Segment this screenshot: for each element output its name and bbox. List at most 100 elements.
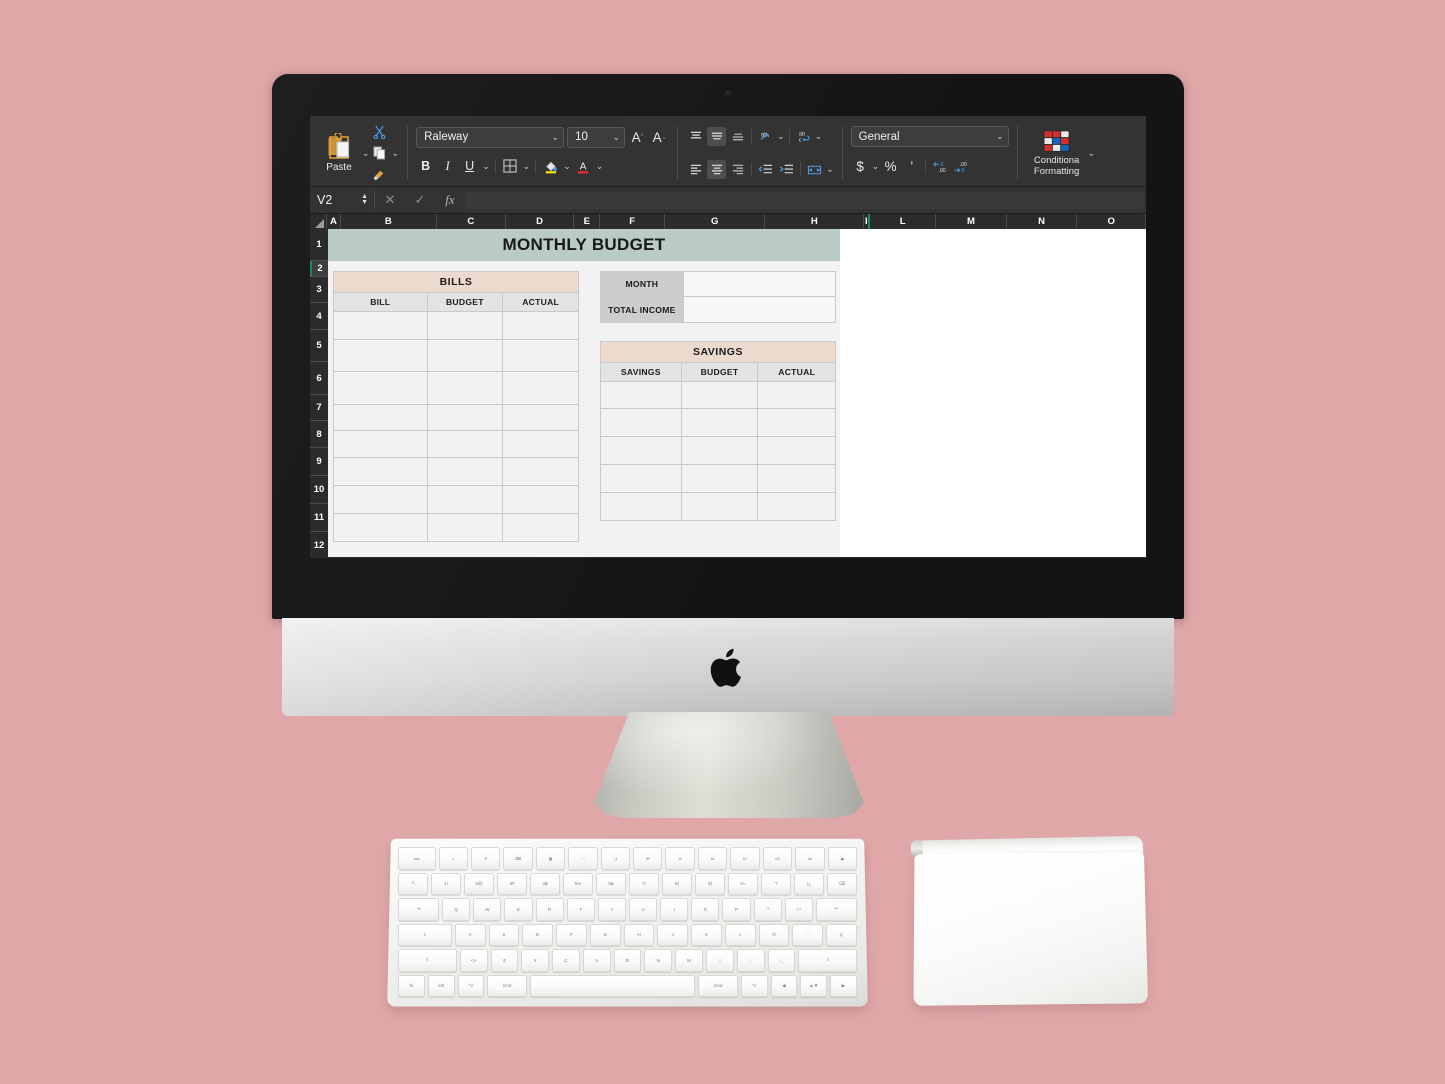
orientation-chevron-down-icon[interactable]: ⌄ — [777, 131, 785, 142]
key[interactable]: ctrl — [427, 974, 455, 997]
column-header-l[interactable]: L — [870, 214, 937, 229]
key[interactable]: G — [589, 923, 621, 946]
bills-cell[interactable] — [502, 430, 579, 458]
copy-icon[interactable] — [370, 144, 389, 163]
bills-cell[interactable] — [426, 311, 504, 340]
key[interactable]: A — [454, 923, 486, 946]
savings-cell[interactable] — [757, 436, 836, 465]
savings-cell[interactable] — [680, 436, 759, 465]
percent-button[interactable]: % — [881, 157, 900, 176]
key[interactable]: 9) — [695, 872, 725, 895]
key[interactable]: ⌥ — [457, 974, 485, 997]
key[interactable]: V — [582, 949, 611, 972]
key[interactable]: ☀ — [471, 847, 501, 870]
bills-cell[interactable] — [333, 457, 428, 486]
key[interactable]: B — [613, 949, 642, 972]
bills-cell[interactable] — [333, 311, 428, 340]
key[interactable]: `^ — [753, 898, 782, 921]
bills-cell[interactable] — [426, 371, 504, 405]
table-row[interactable] — [600, 408, 836, 437]
key[interactable]: <> — [459, 949, 488, 972]
key[interactable]: ☼ — [438, 847, 469, 870]
table-row[interactable] — [600, 492, 836, 521]
shrink-font-button[interactable]: A ⌄ — [650, 128, 669, 147]
row-header-4[interactable]: 4 — [310, 303, 328, 330]
key[interactable]: 5% — [563, 872, 593, 895]
name-box[interactable]: V2 ▲ ▼ — [310, 187, 374, 213]
key[interactable]: ⏭ — [697, 847, 728, 870]
key[interactable]: ⇧ — [398, 949, 457, 972]
merge-center-chevron-down-icon[interactable]: ⌄ — [826, 164, 834, 175]
fill-color-icon[interactable] — [541, 157, 560, 176]
key[interactable]: cmd — [698, 974, 738, 997]
column-header-m[interactable]: M — [936, 214, 1007, 229]
orientation-icon[interactable]: ab — [756, 127, 775, 146]
name-box-spinner[interactable]: ▲ ▼ — [361, 193, 374, 206]
key[interactable]: 8( — [662, 872, 692, 895]
bills-cell[interactable] — [426, 339, 504, 372]
bills-cell[interactable] — [426, 430, 504, 458]
table-row[interactable] — [333, 404, 579, 431]
fill-color-chevron-down-icon[interactable]: ⌄ — [563, 161, 571, 172]
key[interactable]: ▦ — [535, 847, 566, 870]
key[interactable]: Z — [490, 949, 519, 972]
confirm-formula-button[interactable]: ✓ — [405, 192, 435, 208]
key[interactable]: H — [623, 923, 655, 946]
key[interactable]: 1! — [431, 872, 461, 895]
key[interactable]: T — [566, 898, 595, 921]
savings-cell[interactable] — [757, 492, 836, 521]
formula-input[interactable] — [465, 191, 1144, 209]
key[interactable]: ⌨ — [503, 847, 533, 870]
borders-icon[interactable] — [501, 157, 520, 176]
decrease-indent-icon[interactable] — [756, 160, 775, 179]
wrap-text-chevron-down-icon[interactable]: ⌄ — [815, 131, 823, 142]
bills-cell[interactable] — [333, 513, 428, 542]
key[interactable]: K — [691, 923, 722, 946]
italic-button[interactable]: I — [438, 157, 457, 176]
bills-cell[interactable] — [333, 404, 428, 431]
key[interactable]: ⇥ — [398, 898, 440, 921]
key[interactable]: □ — [568, 847, 598, 870]
bold-button[interactable]: B — [416, 157, 435, 176]
bills-cell[interactable] — [502, 485, 579, 514]
table-row[interactable] — [333, 430, 579, 458]
merge-center-icon[interactable] — [805, 160, 824, 179]
column-header-c[interactable]: C — [436, 214, 506, 229]
savings-cell[interactable] — [680, 464, 759, 493]
row-header-7[interactable]: 7 — [310, 395, 328, 421]
key[interactable]: .: — [736, 949, 765, 972]
table-row[interactable] — [333, 311, 579, 340]
table-row[interactable] — [333, 457, 579, 486]
key[interactable]: 3# — [497, 872, 527, 895]
bills-cell[interactable] — [502, 311, 579, 340]
key[interactable]: -_ — [767, 949, 796, 972]
key[interactable]: ⌫ — [827, 872, 857, 895]
font-color-icon[interactable]: A — [574, 157, 593, 176]
key[interactable]: ⇧ — [798, 949, 858, 972]
key[interactable]: º\ — [398, 872, 428, 895]
row-header-12[interactable]: 12 — [310, 532, 328, 557]
key[interactable]: P — [722, 898, 751, 921]
table-row[interactable] — [600, 464, 836, 493]
key[interactable]: Ç — [826, 923, 857, 946]
conditional-formatting-button[interactable]: Conditiona Formatting — [1026, 129, 1088, 177]
apple-magic-trackpad[interactable] — [911, 835, 1149, 1006]
key[interactable]: 2@ — [464, 872, 494, 895]
row-header-5[interactable]: 5 — [310, 330, 328, 362]
key[interactable]: ⏏ — [827, 847, 857, 870]
row-header-10[interactable]: 10 — [310, 476, 328, 504]
column-header-e[interactable]: E — [574, 214, 601, 229]
font-color-chevron-down-icon[interactable]: ⌄ — [596, 161, 604, 172]
align-right-icon[interactable] — [728, 160, 747, 179]
align-left-icon[interactable] — [686, 160, 705, 179]
align-top-icon[interactable] — [686, 127, 705, 146]
key[interactable]: ⏯ — [665, 847, 695, 870]
bills-cell[interactable] — [333, 485, 428, 514]
align-middle-icon[interactable] — [707, 127, 727, 146]
key[interactable]: S — [488, 923, 520, 946]
savings-cell[interactable] — [600, 464, 682, 493]
apple-wireless-keyboard[interactable]: esc ☼ ☀ ⌨ ▦ □ ❑ ⏮ ⏯ ⏭ ὐ7 ὐ9 ὐa ⏏ º\ 1! 2@ 3# 4$ 5% 6& 7/8(9) 0… — [387, 838, 868, 1007]
font-name-select[interactable]: Raleway ⌄ — [416, 126, 565, 148]
key[interactable]: 0= — [728, 872, 758, 895]
row-header-8[interactable]: 8 — [310, 421, 328, 448]
